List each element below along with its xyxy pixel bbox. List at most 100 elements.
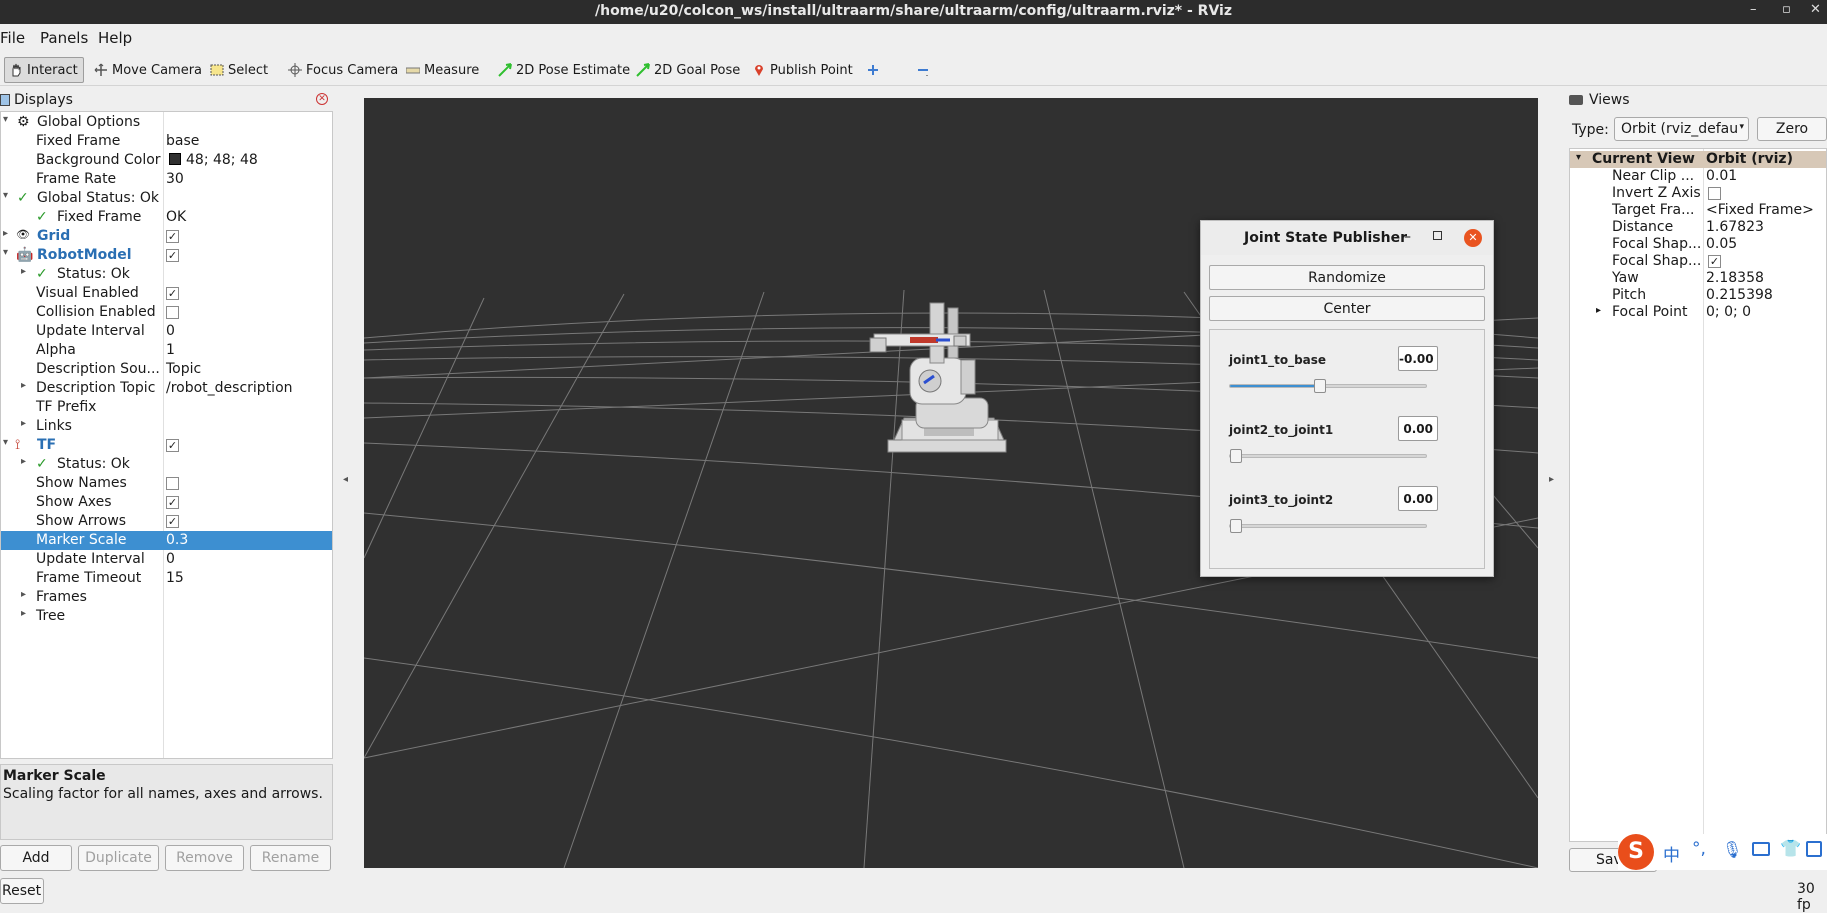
tree-row-show-names[interactable]: Show Names xyxy=(1,474,332,493)
tree-row-tf-update-interval[interactable]: Update Interval 0 xyxy=(1,550,332,569)
select-tool-button[interactable]: Select xyxy=(206,57,272,83)
interact-tool-button[interactable]: Interact xyxy=(4,57,84,83)
tree-row-links[interactable]: ▸ Links xyxy=(1,417,332,436)
menu-file[interactable]: File xyxy=(0,29,25,47)
joint3-slider-handle[interactable] xyxy=(1230,519,1242,533)
grid-checkbox[interactable]: ✓ xyxy=(166,230,179,243)
view-row-distance[interactable]: Distance 1.67823 xyxy=(1570,219,1826,236)
tree-row-tf-status[interactable]: ▸ ✓ Status: Ok xyxy=(1,455,332,474)
tree-row-alpha[interactable]: Alpha 1 xyxy=(1,341,332,360)
tree-row-collision-enabled[interactable]: Collision Enabled xyxy=(1,303,332,322)
minimize-icon[interactable]: – xyxy=(1750,2,1757,17)
sogou-logo-icon[interactable]: S xyxy=(1618,834,1654,870)
view-row-focal-shape-size[interactable]: Focal Shap... 0.05 xyxy=(1570,236,1826,253)
tree-row-robot-status[interactable]: ▸ ✓ Status: Ok xyxy=(1,265,332,284)
expand-arrow-icon[interactable]: ▸ xyxy=(1596,305,1601,316)
skin-icon[interactable]: 👕 xyxy=(1780,839,1801,859)
microphone-icon[interactable]: 🎙 xyxy=(1722,840,1742,859)
menu-help[interactable]: Help xyxy=(98,29,132,47)
show-names-checkbox[interactable] xyxy=(166,477,179,490)
view-type-dropdown[interactable]: Orbit (rviz_defau ▾ xyxy=(1614,117,1749,141)
expand-arrow-icon[interactable]: ▾ xyxy=(3,437,8,448)
invert-z-checkbox[interactable] xyxy=(1708,187,1721,200)
tree-row-visual-enabled[interactable]: Visual Enabled ✓ xyxy=(1,284,332,303)
add-tool-button[interactable] xyxy=(862,57,888,83)
menu-panels[interactable]: Panels xyxy=(40,29,88,47)
publish-point-tool-button[interactable]: Publish Point xyxy=(748,57,857,83)
joint3-value-field[interactable]: 0.00 xyxy=(1398,486,1438,511)
collapse-left-arrow-icon[interactable]: ◂ xyxy=(343,474,348,485)
tree-row-tree[interactable]: ▸ Tree xyxy=(1,607,332,626)
tree-row-background-color[interactable]: Background Color 48; 48; 48 xyxy=(1,151,332,170)
expand-arrow-icon[interactable]: ▾ xyxy=(3,190,8,201)
remove-button[interactable]: Remove xyxy=(165,845,244,871)
move-camera-tool-button[interactable]: Move Camera xyxy=(90,57,206,83)
expand-arrow-icon[interactable]: ▸ xyxy=(21,589,26,600)
close-dialog-icon[interactable]: ✕ xyxy=(1464,229,1482,247)
current-view-row[interactable]: ▾ Current View Orbit (rviz) xyxy=(1570,151,1826,168)
maximize-icon[interactable] xyxy=(1433,231,1442,240)
expand-arrow-icon[interactable]: ▸ xyxy=(21,380,26,391)
tree-row-global-options[interactable]: ▾ ⚙ Global Options xyxy=(1,113,332,132)
expand-arrow-icon[interactable]: ▸ xyxy=(21,456,26,467)
view-row-yaw[interactable]: Yaw 2.18358 xyxy=(1570,270,1826,287)
joint2-slider[interactable] xyxy=(1229,449,1427,463)
collision-enabled-checkbox[interactable] xyxy=(166,306,179,319)
joint1-value-field[interactable]: -0.00 xyxy=(1398,346,1438,371)
pose-estimate-tool-button[interactable]: 2D Pose Estimate xyxy=(494,57,634,83)
close-window-icon[interactable]: ✕ xyxy=(1810,2,1821,17)
tree-row-robotmodel[interactable]: ▾ 🤖 RobotModel ✓ xyxy=(1,246,332,265)
chinese-mode-icon[interactable]: 中 xyxy=(1663,841,1680,866)
show-axes-checkbox[interactable]: ✓ xyxy=(166,496,179,509)
punctuation-icon[interactable]: °, xyxy=(1692,839,1706,859)
zero-button[interactable]: Zero xyxy=(1757,117,1827,141)
view-row-focal-shape-fixed[interactable]: Focal Shap... ✓ xyxy=(1570,253,1826,270)
minimize-icon[interactable]: – xyxy=(1404,229,1411,245)
tree-row-grid[interactable]: ▸ 👁 Grid ✓ xyxy=(1,227,332,246)
tf-checkbox[interactable]: ✓ xyxy=(166,439,179,452)
collapse-right-arrow-icon[interactable]: ▸ xyxy=(1549,474,1554,485)
joint2-value-field[interactable]: 0.00 xyxy=(1398,416,1438,441)
expand-arrow-icon[interactable]: ▾ xyxy=(3,114,8,125)
tree-row-frame-timeout[interactable]: Frame Timeout 15 xyxy=(1,569,332,588)
view-row-focal-point[interactable]: ▸ Focal Point 0; 0; 0 xyxy=(1570,304,1826,321)
view-row-target-frame[interactable]: Target Fra... <Fixed Frame> xyxy=(1570,202,1826,219)
expand-arrow-icon[interactable]: ▾ xyxy=(3,247,8,258)
view-row-near-clip[interactable]: Near Clip ... 0.01 xyxy=(1570,168,1826,185)
measure-tool-button[interactable]: Measure xyxy=(402,57,483,83)
expand-arrow-icon[interactable]: ▸ xyxy=(21,608,26,619)
joint1-slider[interactable] xyxy=(1229,379,1427,393)
show-arrows-checkbox[interactable]: ✓ xyxy=(166,515,179,528)
close-panel-icon[interactable]: ✕ xyxy=(316,93,328,105)
focal-shape-checkbox[interactable]: ✓ xyxy=(1708,255,1721,268)
visual-enabled-checkbox[interactable]: ✓ xyxy=(166,287,179,300)
robotmodel-checkbox[interactable]: ✓ xyxy=(166,249,179,262)
view-row-invert-z[interactable]: Invert Z Axis xyxy=(1570,185,1826,202)
focus-camera-tool-button[interactable]: Focus Camera xyxy=(284,57,402,83)
rename-button[interactable]: Rename xyxy=(250,845,331,871)
toolbox-icon[interactable] xyxy=(1806,841,1822,857)
joint1-slider-handle[interactable] xyxy=(1313,379,1326,393)
tree-row-frames[interactable]: ▸ Frames xyxy=(1,588,332,607)
tree-row-global-status[interactable]: ▾ ✓ Global Status: Ok xyxy=(1,189,332,208)
joint3-slider[interactable] xyxy=(1229,519,1427,533)
tree-row-description-topic[interactable]: ▸ Description Topic /robot_description xyxy=(1,379,332,398)
tree-row-show-axes[interactable]: Show Axes ✓ xyxy=(1,493,332,512)
tree-row-description-source[interactable]: Description Sou... Topic xyxy=(1,360,332,379)
add-button[interactable]: Add xyxy=(0,845,72,871)
tree-row-tf[interactable]: ▾ ⟟ TF ✓ xyxy=(1,436,332,455)
center-button[interactable]: Center xyxy=(1209,296,1485,321)
expand-arrow-icon[interactable]: ▾ xyxy=(1576,152,1581,163)
reset-button[interactable]: Reset xyxy=(0,878,44,904)
expand-arrow-icon[interactable]: ▸ xyxy=(21,266,26,277)
tree-row-show-arrows[interactable]: Show Arrows ✓ xyxy=(1,512,332,531)
keyboard-icon[interactable] xyxy=(1752,842,1770,856)
duplicate-button[interactable]: Duplicate xyxy=(78,845,159,871)
expand-arrow-icon[interactable]: ▸ xyxy=(3,228,8,239)
maximize-icon[interactable]: ▫ xyxy=(1782,2,1791,17)
tree-row-tf-prefix[interactable]: TF Prefix xyxy=(1,398,332,417)
randomize-button[interactable]: Randomize xyxy=(1209,265,1485,290)
remove-tool-button[interactable] xyxy=(912,57,938,83)
tree-row-frame-rate[interactable]: Frame Rate 30 xyxy=(1,170,332,189)
tree-row-fixed-frame[interactable]: Fixed Frame base xyxy=(1,132,332,151)
